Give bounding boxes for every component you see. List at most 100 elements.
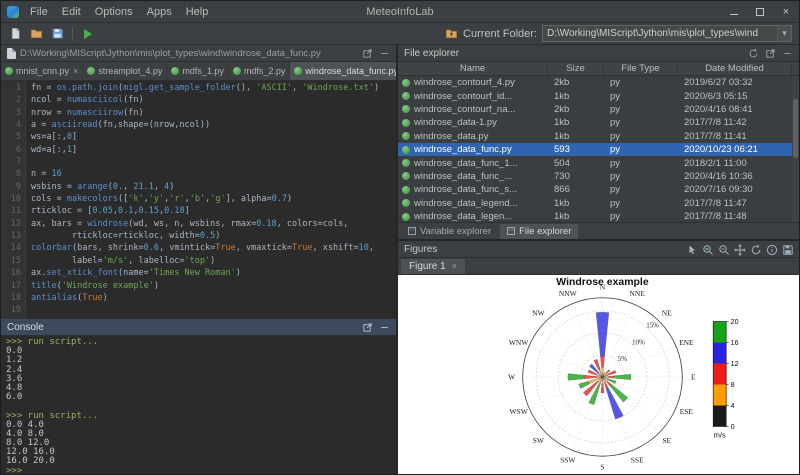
code-line[interactable]: 13 rtickloc=rtickloc, width=0.5): [1, 230, 396, 242]
rotate-icon[interactable]: [750, 244, 761, 255]
code-line[interactable]: 16ax.set_xtick_font(name='Times New Roma…: [1, 267, 396, 279]
menu-apps[interactable]: Apps: [140, 4, 179, 20]
editor-tab[interactable]: streamplot_4.py: [83, 62, 167, 80]
code-line[interactable]: 11rtickloc = [0.05,0.1,0.15,0.18]: [1, 205, 396, 217]
file-row[interactable]: windrose_contourf_id...1kbpy2020/6/3 05:…: [398, 89, 792, 102]
column-header-file-type[interactable]: File Type: [604, 62, 678, 75]
code-line[interactable]: 4a = asciiread(fn,shape=(nrow,ncol)): [1, 119, 396, 131]
code-text: [26, 156, 31, 168]
titlebar: FileEditOptionsAppsHelp MeteoInfoLab ×: [1, 1, 799, 23]
maximize-button[interactable]: [747, 1, 773, 22]
console-header-icons: [362, 322, 390, 333]
file-date: 2020/6/3 05:15: [678, 89, 792, 102]
code-line[interactable]: 14colorbar(bars, shrink=0.6, vmintick=Tr…: [1, 242, 396, 254]
console-line: 8.0 12.0: [6, 439, 391, 448]
file-date: 2019/6/27 03:32: [678, 76, 792, 89]
code-line[interactable]: 18antialias(True): [1, 292, 396, 304]
editor-tab[interactable]: mdfs_1.py: [167, 62, 229, 80]
hide-panel-icon[interactable]: [379, 48, 390, 59]
file-row[interactable]: windrose_data_legen...1kbpy2017/7/8 11:4…: [398, 210, 792, 222]
console-output[interactable]: >>> run script...0.01.22.43.64.86.0>>> r…: [1, 336, 396, 474]
code-line[interactable]: 10cols = makecolors(['k','y','r','b','g'…: [1, 193, 396, 205]
radial-tick-label: 5%: [618, 355, 628, 363]
colorbar-segment: [713, 384, 726, 405]
code-line[interactable]: 7: [1, 156, 396, 168]
close-icon[interactable]: ×: [73, 66, 78, 76]
cursor-arrow-icon[interactable]: [686, 244, 697, 255]
code-line[interactable]: 2ncol = numasciicol(fn): [1, 94, 396, 106]
folder-up-icon[interactable]: [445, 27, 458, 40]
zoom-out-icon[interactable]: [718, 244, 729, 255]
file-row[interactable]: windrose_data.py1kbpy2017/7/8 11:41: [398, 130, 792, 143]
zoom-in-icon[interactable]: [702, 244, 713, 255]
file-name-cell: windrose_data.py: [398, 130, 548, 143]
identify-icon[interactable]: [766, 244, 777, 255]
save-figure-icon[interactable]: [782, 244, 793, 255]
file-row[interactable]: windrose_data_func_s...866py2020/7/16 09…: [398, 183, 792, 196]
editor-tab[interactable]: windrose_data_func.py: [290, 62, 396, 80]
editor-tab[interactable]: mnist_cnn.py×: [1, 62, 83, 80]
float-window-icon[interactable]: [362, 322, 373, 333]
menu-file[interactable]: File: [23, 4, 55, 20]
code-line[interactable]: 6wd=a[:,1]: [1, 144, 396, 156]
figure-tab[interactable]: Figure 1 ×: [401, 259, 465, 274]
figures-title: Figures: [404, 244, 437, 255]
save-button[interactable]: [48, 25, 66, 43]
file-explorer-title: File explorer: [404, 48, 459, 59]
file-row[interactable]: windrose_data-1.py1kbpy2017/7/8 11:42: [398, 116, 792, 129]
direction-label: SSE: [631, 456, 644, 465]
float-window-icon[interactable]: [362, 48, 373, 59]
python-file-icon: [294, 67, 302, 75]
refresh-icon[interactable]: [748, 48, 759, 59]
pan-icon[interactable]: [734, 244, 745, 255]
current-folder-combobox[interactable]: D:\Working\MIScript\Jython\mis\plot_type…: [542, 25, 792, 42]
code-line[interactable]: 5ws=a[:,0]: [1, 131, 396, 143]
code-line[interactable]: 3nrow = numasciirow(fn): [1, 107, 396, 119]
line-number: 7: [1, 156, 26, 168]
dropdown-arrow-icon[interactable]: ▾: [777, 26, 791, 41]
python-file-icon: [402, 172, 410, 180]
editor-tab[interactable]: mdfs_2.py: [229, 62, 291, 80]
colorbar-segment: [713, 405, 726, 426]
python-file-icon: [5, 67, 13, 75]
column-header-name[interactable]: Name: [398, 62, 548, 75]
figure-canvas[interactable]: NNNENEENEEESESESSESSSWSWWSWWWNWNWNNW5%10…: [398, 275, 799, 474]
code-line[interactable]: 15 label='m/s', labelloc='top'): [1, 255, 396, 267]
main-toolbar: Current Folder: D:\Working\MIScript\Jyth…: [1, 23, 799, 45]
scrollbar[interactable]: [792, 76, 799, 222]
float-window-icon[interactable]: [765, 48, 776, 59]
run-script-button[interactable]: [79, 25, 97, 43]
direction-label: WNW: [509, 338, 528, 347]
column-header-size[interactable]: Size: [548, 62, 604, 75]
file-row[interactable]: windrose_data_func.py593py2020/10/23 06:…: [398, 143, 792, 156]
file-row[interactable]: windrose_contourf_na...2kbpy2020/4/16 08…: [398, 103, 792, 116]
code-editor[interactable]: 1fn = os.path.join(migl.get_sample_folde…: [1, 81, 396, 319]
hide-panel-icon[interactable]: [379, 322, 390, 333]
minimize-button[interactable]: [721, 1, 747, 22]
code-line[interactable]: 19: [1, 304, 396, 316]
code-text: colorbar(bars, shrink=0.6, vmintick=True…: [26, 242, 374, 254]
file-row[interactable]: windrose_contourf_4.py2kbpy2019/6/27 03:…: [398, 76, 792, 89]
code-text: a = asciiread(fn,shape=(nrow,ncol)): [26, 119, 210, 131]
file-row[interactable]: windrose_data_legend...1kbpy2017/7/8 11:…: [398, 197, 792, 210]
scrollbar-thumb[interactable]: [793, 99, 798, 157]
tab-file-explorer[interactable]: File explorer: [500, 224, 578, 239]
tab-variable-explorer[interactable]: Variable explorer: [401, 224, 498, 239]
new-file-button[interactable]: [6, 25, 24, 43]
menu-options[interactable]: Options: [88, 4, 140, 20]
code-line[interactable]: 8n = 16: [1, 168, 396, 180]
close-icon[interactable]: ×: [452, 261, 457, 271]
code-line[interactable]: 17title('Windrose example'): [1, 280, 396, 292]
file-row[interactable]: windrose_data_func_...730py2020/4/16 10:…: [398, 170, 792, 183]
menu-help[interactable]: Help: [179, 4, 216, 20]
code-line[interactable]: 12ax, bars = windrose(wd, ws, n, wsbins,…: [1, 218, 396, 230]
code-line[interactable]: 9wsbins = arange(0., 21.1, 4): [1, 181, 396, 193]
menu-edit[interactable]: Edit: [55, 4, 88, 20]
code-line[interactable]: 1fn = os.path.join(migl.get_sample_folde…: [1, 82, 396, 94]
close-button[interactable]: ×: [773, 1, 799, 22]
column-header-date-modified[interactable]: Date Modified: [678, 62, 792, 75]
python-file-icon: [402, 105, 410, 113]
file-row[interactable]: windrose_data_func_1...504py2018/2/1 11:…: [398, 156, 792, 169]
open-file-button[interactable]: [27, 25, 45, 43]
hide-panel-icon[interactable]: [782, 48, 793, 59]
